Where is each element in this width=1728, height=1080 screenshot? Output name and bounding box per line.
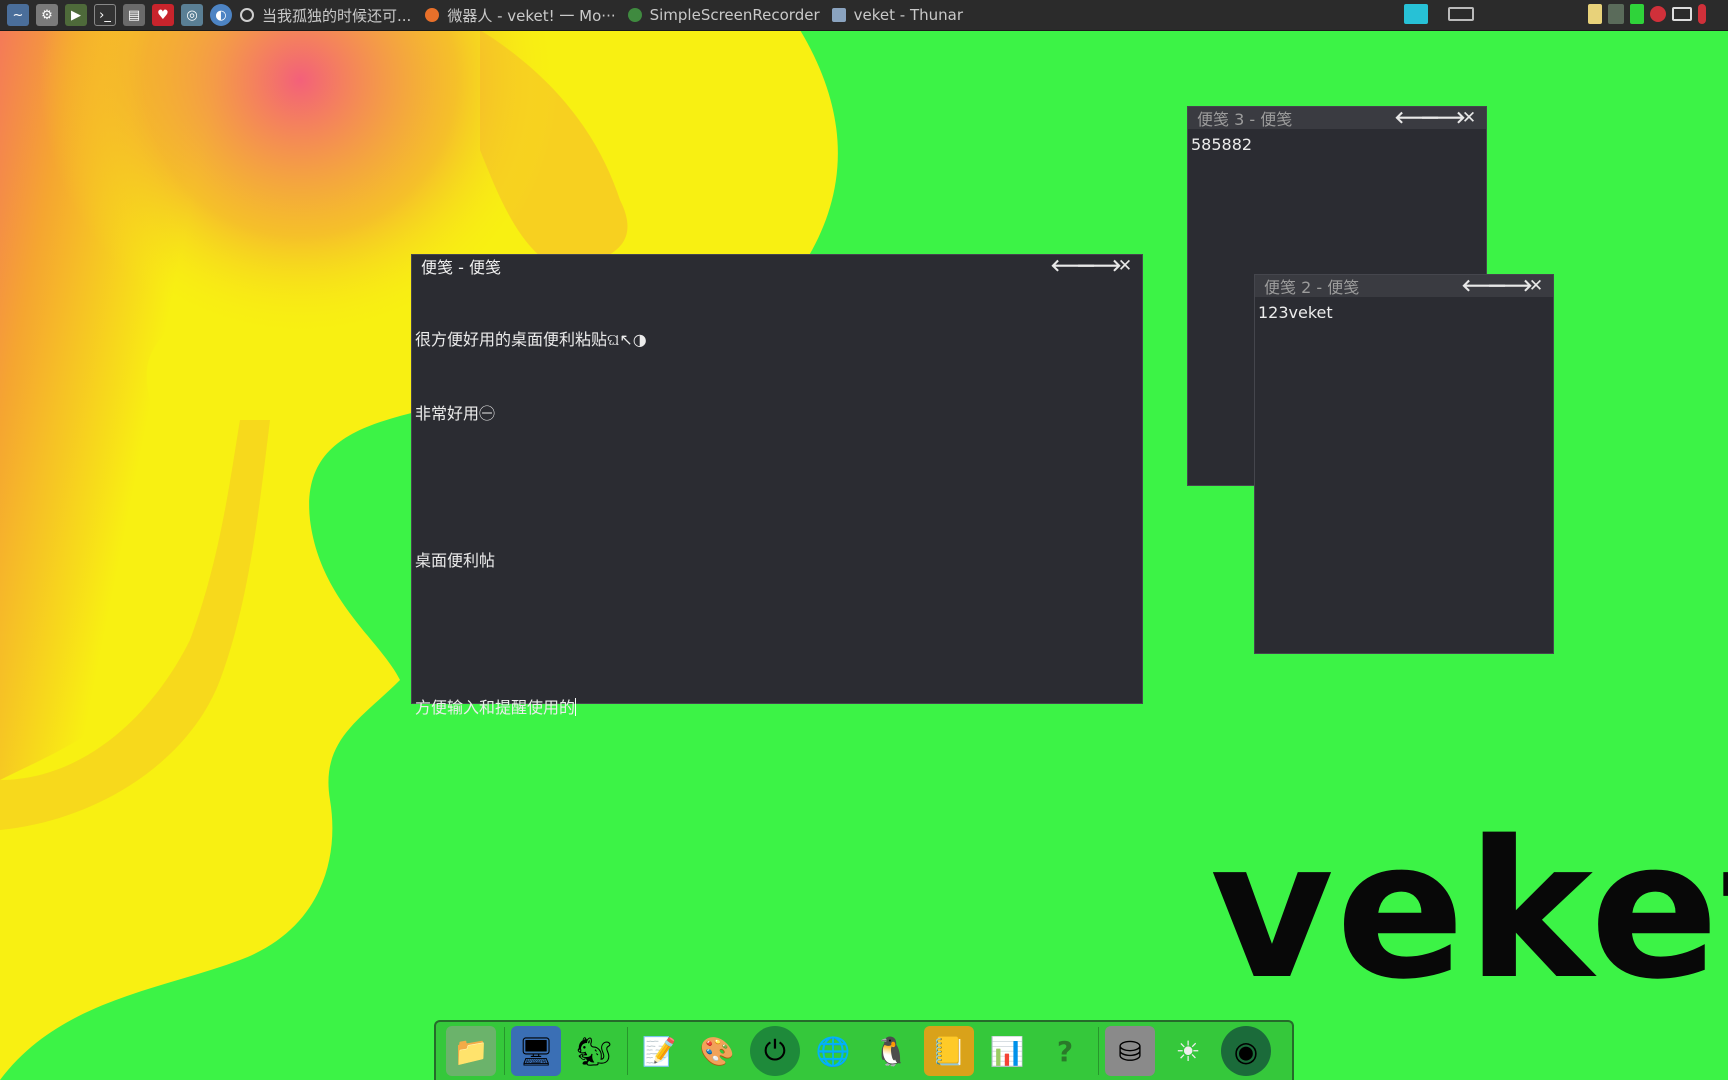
close-note-button[interactable]: ✕ — [1523, 276, 1549, 296]
taskbar-item-music[interactable]: 当我孤独的时候还可... — [240, 5, 411, 26]
note-line — [415, 475, 1139, 500]
drive-icon[interactable]: ⛁ — [1105, 1026, 1155, 1076]
note-title: 便笺 2 - 便笺 — [1264, 278, 1360, 297]
taskbar-item-browser[interactable]: 微器人 - veket! 一 Mo··· — [425, 5, 616, 26]
note-titlebar[interactable]: 便笺 3 - 便笺 🡐 🡒 ✕ — [1188, 107, 1486, 129]
battery-icon[interactable] — [1630, 4, 1644, 24]
settings-gear-icon[interactable]: ⚙ — [36, 4, 58, 26]
monitor-icon[interactable]: 🖥 — [511, 1026, 561, 1076]
network-users-icon[interactable]: 🌐 — [808, 1026, 858, 1076]
chart-report-icon[interactable]: 📊 — [982, 1026, 1032, 1076]
network-tray-icon[interactable] — [1608, 4, 1624, 24]
top-panel: ~ ⚙ ▶ ›_ ▤ ♥ ◎ ◐ 当我孤独的时候还可... 微器人 - veke… — [0, 0, 1728, 31]
note-text-area[interactable]: 585882 — [1188, 129, 1486, 162]
tray-center — [1398, 4, 1474, 24]
terminal-icon[interactable]: ›_ — [94, 4, 116, 26]
heart-shield-icon[interactable]: ♥ — [152, 4, 174, 26]
notepad-icon[interactable]: 📝 — [634, 1026, 684, 1076]
globe-icon[interactable]: ◐ — [210, 4, 232, 26]
power-button-icon[interactable]: ⏻ — [750, 1026, 800, 1076]
next-note-button[interactable]: 🡒 — [1076, 256, 1122, 276]
close-note-button[interactable]: ✕ — [1112, 256, 1138, 276]
note-titlebar[interactable]: 便笺 - 便笺 🡐 🡒 ✕ — [412, 255, 1142, 277]
firefox-icon — [425, 8, 440, 22]
squirrel-icon[interactable]: 🐿 — [569, 1026, 619, 1076]
recorder-icon — [627, 8, 642, 22]
note-window-2[interactable]: 便笺 2 - 便笺 🡐 🡒 ✕ 123veket — [1254, 274, 1554, 654]
settings-sun-icon[interactable]: ☀ — [1163, 1026, 1213, 1076]
next-note-button[interactable]: 🡒 — [1487, 276, 1533, 296]
taskbar-item-label: SimpleScreenRecorder — [649, 6, 820, 24]
note-title: 便笺 - 便笺 — [421, 258, 501, 277]
paint-palette-icon[interactable]: 🎨 — [692, 1026, 742, 1076]
note-window-main[interactable]: 便笺 - 便笺 🡐 🡒 ✕ 很方便好用的桌面便利粘贴ଘ↖◑ 非常好用㊀ 桌面便利… — [411, 254, 1143, 717]
dock-separator — [1098, 1027, 1099, 1075]
power-globe-icon[interactable]: ◉ — [1221, 1026, 1271, 1076]
clipboard-icon[interactable] — [1588, 4, 1602, 24]
note-line: 很方便好用的桌面便利粘贴ଘ↖◑ — [415, 330, 647, 349]
file-manager-icon[interactable]: 📁 — [446, 1026, 496, 1076]
play-icon[interactable]: ▶ — [65, 4, 87, 26]
taskbar-item-recorder[interactable]: SimpleScreenRecorder — [627, 6, 820, 24]
note-line: 非常好用㊀ — [415, 403, 496, 423]
taskbar-item-label: veket - Thunar — [853, 6, 963, 24]
note-text-area[interactable]: 123veket — [1255, 297, 1553, 330]
microphone-icon[interactable] — [1698, 4, 1706, 24]
address-book-icon[interactable]: 📒 — [924, 1026, 974, 1076]
note-line-with-caret: 方便输入和提醒使用的 — [415, 696, 1139, 721]
taskbar-item-label: 当我孤独的时候还可... — [262, 6, 412, 25]
note-line: 方便输入和提醒使用的 — [415, 697, 576, 717]
note-line — [415, 622, 1139, 647]
printer-icon[interactable]: ▤ — [123, 4, 145, 26]
screen-icon[interactable] — [1404, 4, 1428, 24]
help-icon[interactable]: ? — [1040, 1026, 1090, 1076]
system-tray — [1582, 4, 1706, 24]
taskbar-item-label: 微器人 - veket! 一 Mo··· — [447, 6, 616, 25]
dock-separator — [627, 1027, 628, 1075]
note-text-area[interactable]: 很方便好用的桌面便利粘贴ଘ↖◑ 非常好用㊀ 桌面便利帖 方便输入和提醒使用的 — [412, 277, 1142, 773]
record-icon[interactable] — [1650, 6, 1666, 22]
note-titlebar[interactable]: 便笺 2 - 便笺 🡐 🡒 ✕ — [1255, 275, 1553, 297]
taskbar-item-thunar[interactable]: veket - Thunar — [831, 6, 963, 24]
close-note-button[interactable]: ✕ — [1456, 108, 1482, 128]
note-line: 桌面便利帖 — [415, 550, 496, 570]
system-monitor-icon[interactable]: ~ — [7, 4, 29, 26]
text-caret — [575, 697, 577, 716]
workspace-switcher-icon[interactable] — [1448, 7, 1474, 21]
penguin-icon[interactable]: 🐧 — [866, 1026, 916, 1076]
next-note-button[interactable]: 🡒 — [1420, 108, 1466, 128]
dock-separator — [504, 1027, 505, 1075]
desktop-brand-text: veket — [1210, 800, 1728, 1021]
keyboard-icon[interactable] — [1672, 7, 1692, 21]
network-icon[interactable]: ◎ — [181, 4, 203, 26]
folder-icon — [831, 8, 846, 22]
note-title: 便笺 3 - 便笺 — [1197, 110, 1293, 129]
desktop: ~ ⚙ ▶ ›_ ▤ ♥ ◎ ◐ 当我孤独的时候还可... 微器人 - veke… — [0, 0, 1728, 1080]
dock: 📁 🖥 🐿 📝 🎨 ⏻ 🌐 🐧 📒 📊 ? ⛁ ☀ ◉ — [434, 1020, 1294, 1080]
circle-icon — [240, 8, 254, 22]
